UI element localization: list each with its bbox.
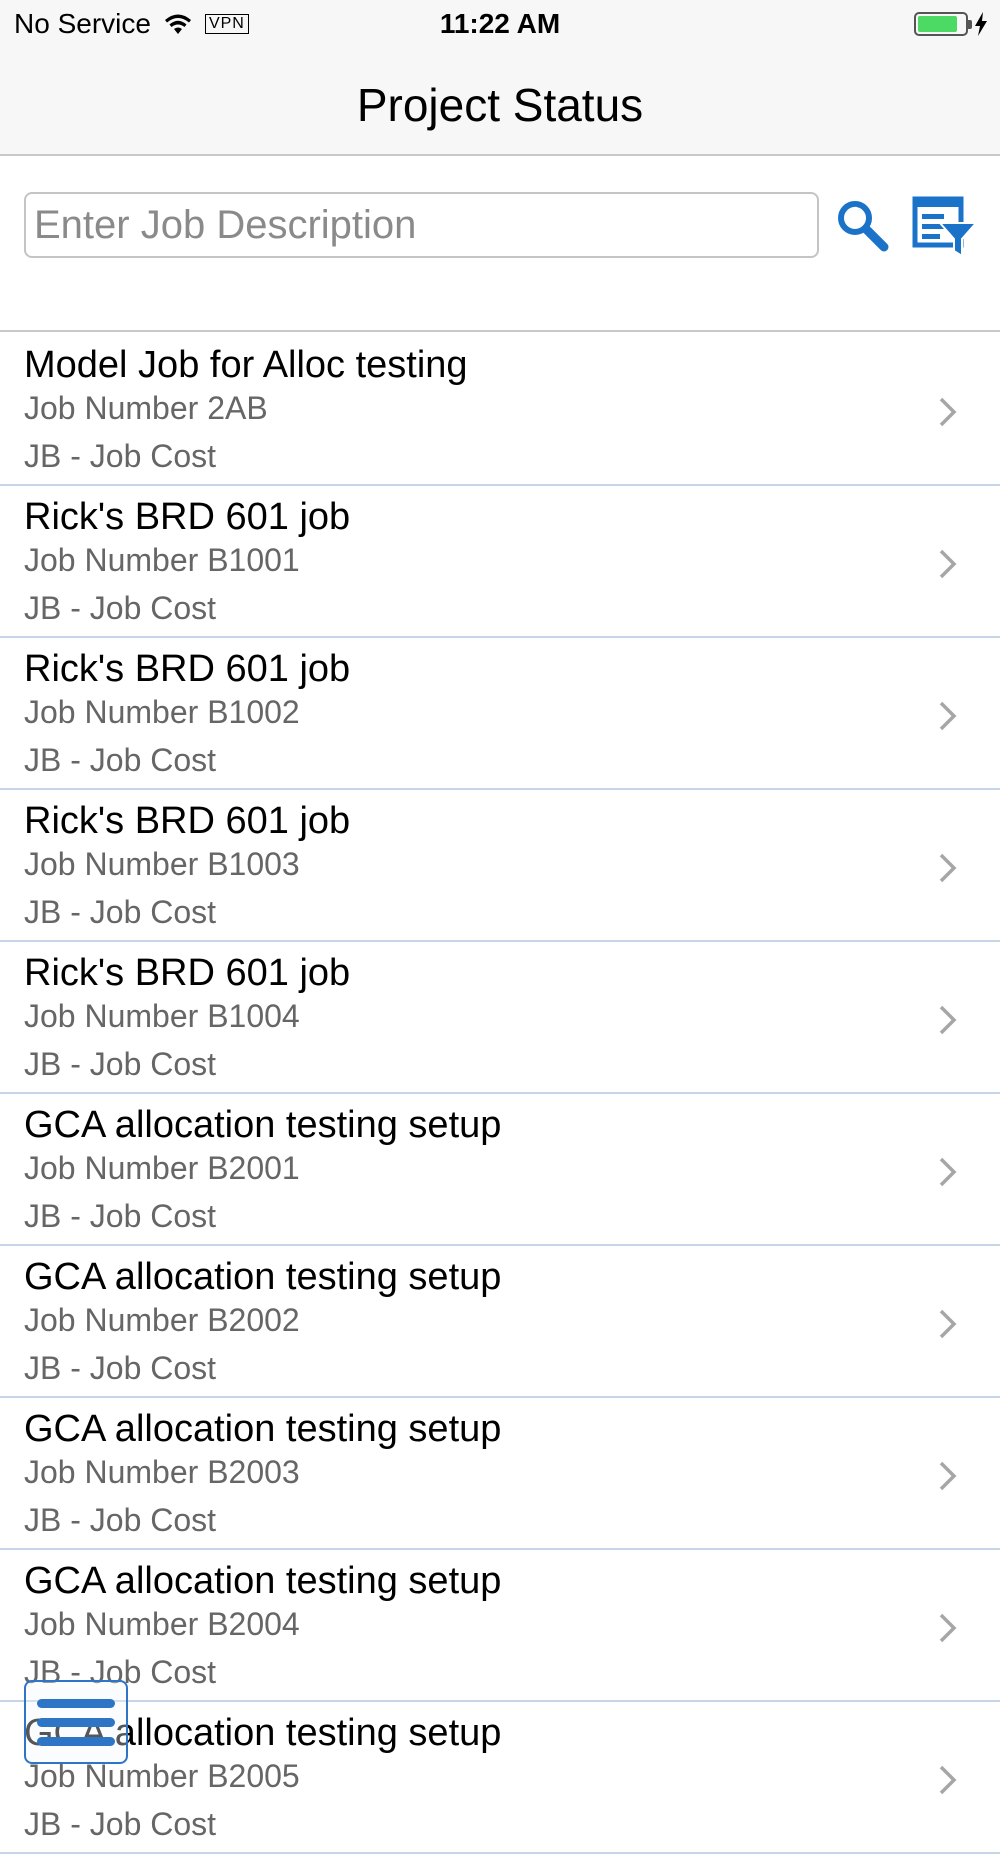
- job-number: Job Number B1004: [24, 998, 300, 1034]
- chevron-right-icon: [939, 1005, 957, 1035]
- chevron-right-icon: [939, 1765, 957, 1795]
- job-number: Job Number B2001: [24, 1150, 300, 1186]
- navigation-bar: Project Status: [0, 50, 1000, 156]
- job-title: Rick's BRD 601 job: [24, 496, 351, 538]
- chevron-right-icon: [939, 397, 957, 427]
- job-title: GCA allocation testing setup: [24, 1104, 502, 1146]
- charging-bolt-icon: [975, 12, 987, 36]
- job-type: JB - Job Cost: [24, 1350, 217, 1386]
- menu-button[interactable]: [24, 1680, 128, 1764]
- job-type: JB - Job Cost: [24, 1198, 217, 1234]
- job-type: JB - Job Cost: [24, 438, 217, 474]
- menu-icon-line: [37, 1736, 115, 1746]
- list-item[interactable]: GCA allocation testing setup Job Number …: [0, 1246, 1000, 1398]
- job-number: Job Number B2003: [24, 1454, 300, 1490]
- search-input[interactable]: [24, 192, 819, 258]
- job-number: Job Number B2002: [24, 1302, 300, 1338]
- list-item[interactable]: GCA allocation testing setup Job Number …: [0, 1398, 1000, 1550]
- list-item[interactable]: Rick's BRD 601 job Job Number B1004 JB -…: [0, 942, 1000, 1094]
- job-title: Rick's BRD 601 job: [24, 648, 351, 690]
- list-item[interactable]: GCA allocation testing setup Job Number …: [0, 1094, 1000, 1246]
- filter-icon: [912, 196, 978, 258]
- status-right: [914, 12, 988, 36]
- search-area: [0, 158, 1000, 332]
- search-button[interactable]: [830, 194, 894, 258]
- battery-icon: [914, 12, 972, 36]
- job-type: JB - Job Cost: [24, 1502, 217, 1538]
- list-item[interactable]: Rick's BRD 601 job Job Number B1002 JB -…: [0, 638, 1000, 790]
- menu-icon-line: [37, 1698, 115, 1708]
- job-number: Job Number B1003: [24, 846, 300, 882]
- job-type: JB - Job Cost: [24, 590, 217, 626]
- job-title: Rick's BRD 601 job: [24, 800, 351, 842]
- job-title: Rick's BRD 601 job: [24, 952, 351, 994]
- chevron-right-icon: [939, 1309, 957, 1339]
- search-icon: [838, 201, 889, 252]
- job-type: JB - Job Cost: [24, 1806, 217, 1842]
- menu-icon-line: [37, 1717, 115, 1727]
- page-title: Project Status: [356, 79, 644, 131]
- status-time: 11:22 AM: [439, 8, 561, 39]
- chevron-right-icon: [939, 1461, 957, 1491]
- job-type: JB - Job Cost: [24, 1046, 217, 1082]
- job-number: Job Number B2004: [24, 1606, 300, 1642]
- job-title: GCA allocation testing setup: [24, 1560, 502, 1602]
- chevron-right-icon: [939, 1613, 957, 1643]
- chevron-right-icon: [939, 853, 957, 883]
- job-type: JB - Job Cost: [24, 894, 217, 930]
- job-title: GCA allocation testing setup: [24, 1408, 502, 1450]
- list-item[interactable]: Rick's BRD 601 job Job Number B1003 JB -…: [0, 790, 1000, 942]
- chevron-right-icon: [939, 549, 957, 579]
- status-bar: No Service VPN 11:22 AM: [0, 0, 1000, 50]
- job-number: Job Number 2AB: [24, 390, 268, 426]
- chevron-right-icon: [939, 701, 957, 731]
- job-title: GCA allocation testing setup: [24, 1256, 502, 1298]
- list-item[interactable]: GCA allocation testing setup Job Number …: [0, 1550, 1000, 1702]
- battery-fill: [918, 16, 958, 32]
- filter-button[interactable]: [910, 194, 980, 260]
- job-title: Model Job for Alloc testing: [24, 344, 468, 386]
- job-number: Job Number B1001: [24, 542, 300, 578]
- chevron-right-icon: [939, 1157, 957, 1187]
- job-type: JB - Job Cost: [24, 742, 217, 778]
- list-item[interactable]: GCA allocation testing setup Job Number …: [0, 1702, 1000, 1854]
- job-list: Model Job for Alloc testing Job Number 2…: [0, 334, 1000, 1854]
- job-number: Job Number B1002: [24, 694, 300, 730]
- list-item[interactable]: Model Job for Alloc testing Job Number 2…: [0, 334, 1000, 486]
- list-item[interactable]: Rick's BRD 601 job Job Number B1001 JB -…: [0, 486, 1000, 638]
